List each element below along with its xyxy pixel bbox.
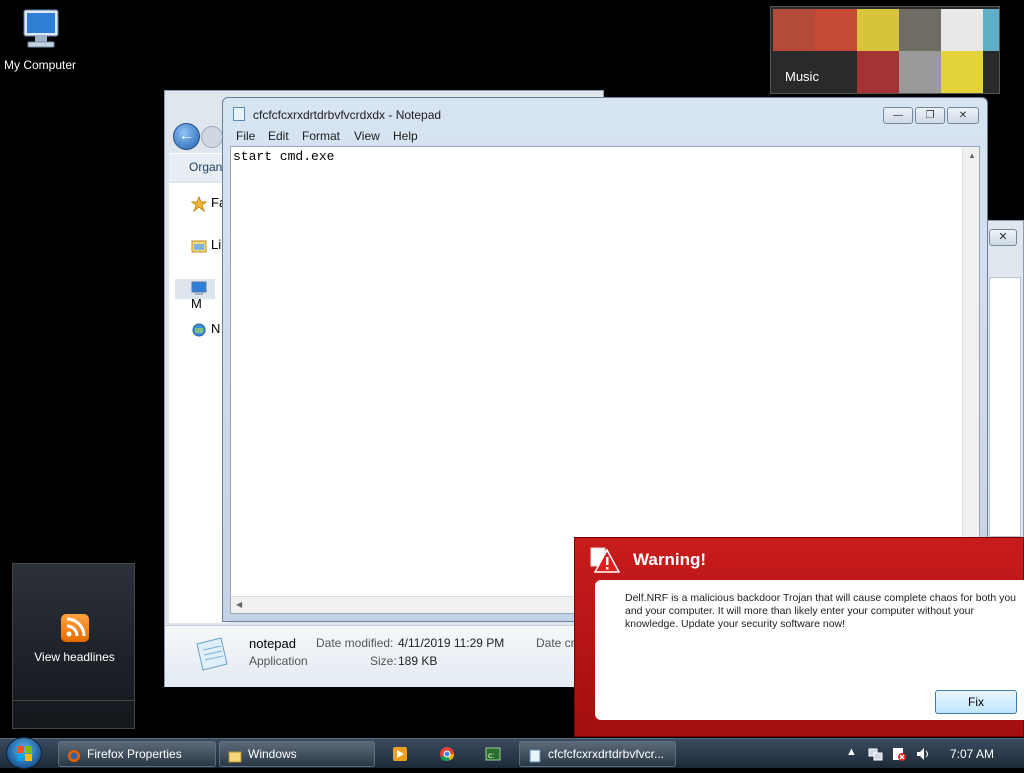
notepad-file-icon (191, 634, 231, 674)
network-tray-icon[interactable] (867, 746, 883, 762)
minimize-button[interactable]: — (883, 107, 913, 124)
media-tile[interactable] (899, 51, 941, 93)
nav-item-libraries[interactable]: Li (191, 237, 221, 257)
media-tile[interactable] (983, 9, 999, 51)
notepad-icon (233, 107, 245, 121)
taskbar: Firefox Properties Windows c: cfcfcfcxrx… (0, 737, 1024, 769)
show-hidden-icons-icon[interactable]: ▲ (846, 746, 857, 758)
media-tile[interactable] (773, 9, 815, 51)
network-icon (191, 322, 207, 338)
menu-bar: File Edit Format View Help (223, 126, 987, 146)
menu-view[interactable]: View (354, 129, 380, 143)
media-gadget[interactable]: Music (770, 6, 1000, 94)
folder-icon (228, 747, 242, 763)
details-date-created-label: Date cr (536, 636, 575, 650)
media-tile[interactable] (857, 9, 899, 51)
divider (13, 700, 134, 701)
nav-item-computer[interactable]: M (175, 279, 215, 311)
notepad-icon (528, 747, 542, 763)
fix-button[interactable]: Fix (935, 690, 1017, 714)
desktop-icon-my-computer[interactable]: My Computer (0, 8, 80, 72)
warning-title: Warning! (633, 550, 707, 569)
media-tile[interactable] (899, 9, 941, 51)
nav-item-label: M (191, 295, 202, 311)
media-tile[interactable] (941, 51, 983, 93)
menu-edit[interactable]: Edit (268, 129, 289, 143)
menu-format[interactable]: Format (302, 129, 340, 143)
warning-body: Delf.NRF is a malicious backdoor Trojan … (595, 580, 1024, 720)
computer-icon (16, 8, 64, 54)
forward-button[interactable] (201, 126, 223, 148)
warning-shield-icon (589, 546, 621, 574)
menu-help[interactable]: Help (393, 129, 418, 143)
organize-label: Organ (189, 160, 223, 174)
view-headlines-link[interactable]: View headlines (13, 650, 136, 664)
details-size: 189 KB (398, 654, 438, 668)
details-pane: notepad Application Date modified: 4/11/… (165, 625, 603, 687)
organize-button[interactable]: Organ (169, 153, 229, 181)
title-bar[interactable]: cfcfcfcxrxdrtdrbvfvcrdxdx - Notepad — ❐ … (223, 98, 987, 126)
editor-content[interactable]: start cmd.exe (233, 149, 334, 164)
windows-logo-icon (17, 746, 32, 761)
system-clock[interactable]: 7:07 AM (950, 747, 994, 761)
scroll-up-icon[interactable]: ▲ (968, 151, 976, 160)
dialog-content (989, 277, 1021, 537)
navigation-pane: Fa Li M N (169, 183, 229, 623)
menu-file[interactable]: File (236, 129, 255, 143)
firefox-icon (67, 747, 81, 762)
chrome-icon[interactable] (439, 746, 455, 762)
media-tile[interactable] (857, 51, 899, 93)
taskbar-item-label: Firefox Properties (87, 747, 182, 761)
taskbar-item-notepad[interactable]: cfcfcfcxrxdrtdrbvfvcr... (519, 741, 676, 767)
details-filename: notepad (249, 636, 296, 651)
star-icon (190, 195, 208, 213)
desktop-icon-label: My Computer (3, 58, 77, 72)
media-player-icon[interactable] (392, 746, 408, 762)
vertical-scrollbar[interactable]: ▲ (962, 147, 979, 597)
scroll-left-icon[interactable]: ◀ (236, 600, 242, 609)
nav-item-label: Li (211, 237, 222, 252)
taskbar-item-label: cfcfcfcxrxdrtdrbvfvcr... (548, 747, 665, 761)
details-date-modified-label: Date modified: (316, 636, 394, 650)
svg-text:c:: c: (488, 751, 494, 760)
rss-icon (61, 614, 89, 642)
taskbar-item-firefox-properties[interactable]: Firefox Properties (58, 741, 216, 767)
taskbar-item-label: Windows (248, 747, 297, 761)
library-icon (191, 238, 207, 254)
feed-headlines-gadget[interactable]: View headlines (12, 563, 135, 729)
nav-item-favorites[interactable]: Fa (190, 195, 226, 215)
close-button[interactable]: ✕ (947, 107, 979, 124)
details-size-label: Size: (370, 654, 397, 668)
computer-icon (191, 280, 207, 296)
window-title: cfcfcfcxrxdrtdrbvfvcrdxdx - Notepad (253, 108, 442, 122)
action-center-alert-icon[interactable] (891, 746, 907, 762)
media-gadget-label: Music (785, 69, 819, 84)
nav-item-network[interactable]: N (191, 321, 220, 341)
details-filetype: Application (249, 654, 308, 668)
media-tile[interactable] (941, 9, 983, 51)
warning-message: Delf.NRF is a malicious backdoor Trojan … (625, 592, 1017, 630)
close-button[interactable]: ✕ (989, 229, 1017, 246)
terminal-icon[interactable]: c: (485, 746, 501, 762)
media-tile[interactable] (815, 9, 857, 51)
warning-popup[interactable]: Warning! Delf.NRF is a malicious backdoo… (574, 537, 1024, 737)
back-button[interactable]: ← (173, 123, 200, 150)
details-date-modified: 4/11/2019 11:29 PM (398, 636, 505, 650)
start-button[interactable] (6, 737, 42, 769)
nav-item-label: N (211, 321, 221, 336)
background-dialog-window[interactable]: ✕ (986, 220, 1024, 540)
volume-icon[interactable] (915, 746, 931, 762)
maximize-button[interactable]: ❐ (915, 107, 945, 124)
taskbar-item-windows[interactable]: Windows (219, 741, 375, 767)
